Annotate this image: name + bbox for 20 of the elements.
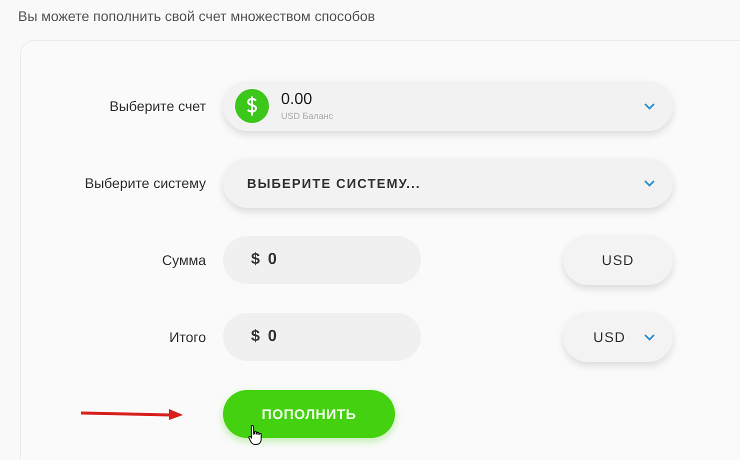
balance-value: 0.00 [281, 91, 314, 109]
account-select[interactable]: 0.00 USD Баланс [223, 81, 673, 131]
hand-cursor-icon [248, 424, 264, 446]
intro-text: Вы можете пополнить свой счет множеством способов [17, 7, 376, 26]
chevron-down-icon [644, 334, 655, 340]
chevron-down-icon [644, 180, 655, 186]
system-select[interactable]: ВЫБЕРИТЕ СИСТЕМУ... [223, 158, 673, 208]
dollar-coin-icon [235, 89, 269, 123]
currency-select[interactable]: USD [563, 312, 673, 362]
system-select-value: ВЫБЕРИТЕ СИСТЕМУ... [246, 176, 422, 190]
currency-select[interactable]: USD [563, 235, 673, 285]
balance-caption: USD Баланс [281, 111, 334, 121]
chevron-down-icon [644, 102, 655, 110]
field-label: Итого [169, 329, 206, 345]
amount-field[interactable]: $ 0 [223, 236, 421, 284]
arrow-icon [81, 408, 183, 420]
field-label: Сумма [162, 252, 206, 268]
field-label: Выберите счет [110, 98, 206, 114]
field-label: Выберите систему [84, 175, 206, 191]
amount-field[interactable]: $ 0 [223, 313, 421, 361]
